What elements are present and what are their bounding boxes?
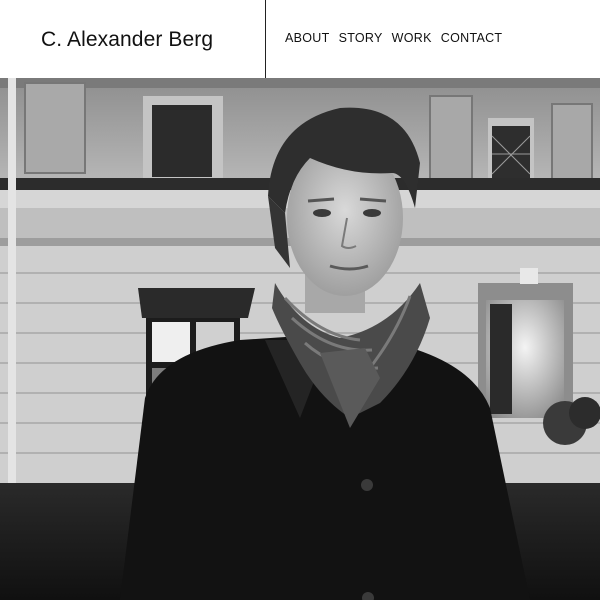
- nav-contact[interactable]: CONTACT: [441, 31, 503, 45]
- main-nav: ABOUT STORY WORK CONTACT: [285, 31, 502, 45]
- site-header: C. Alexander Berg ABOUT STORY WORK CONTA…: [0, 0, 600, 78]
- portrait-photo: [0, 78, 600, 600]
- site-title[interactable]: C. Alexander Berg: [41, 28, 213, 52]
- nav-work[interactable]: WORK: [392, 31, 432, 45]
- header-divider: [265, 0, 266, 78]
- nav-story[interactable]: STORY: [339, 31, 383, 45]
- hero-photo: [0, 78, 600, 600]
- nav-about[interactable]: ABOUT: [285, 31, 330, 45]
